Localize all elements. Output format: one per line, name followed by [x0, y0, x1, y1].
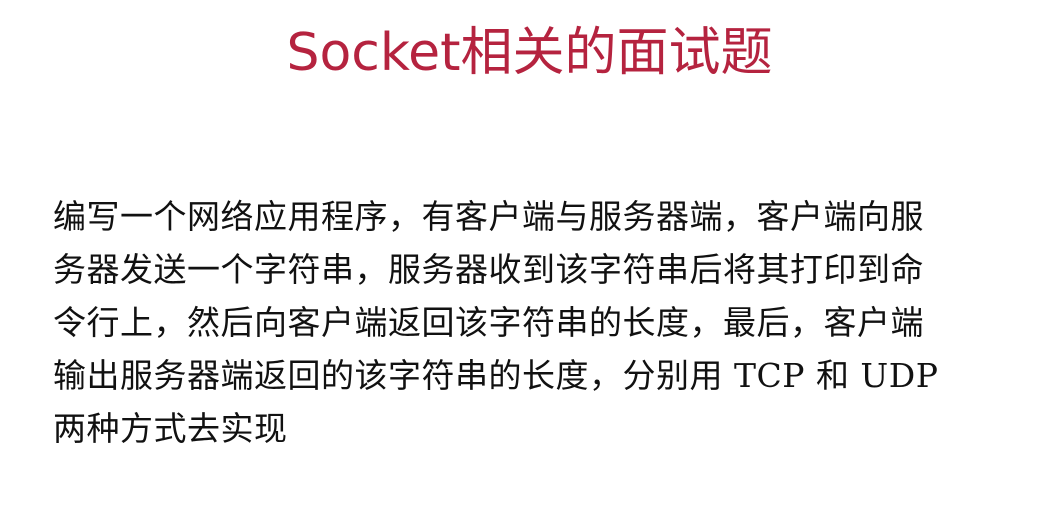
question-line-2: 务器发送一个字符串，服务器收到该字符串后将其打印到命 — [53, 250, 924, 289]
slide: Socket相关的面试题 编写一个网络应用程序，有客户端与服务器端，客户端向服 … — [0, 0, 1059, 514]
question-line-3: 令行上，然后向客户端返回该字符串的长度，最后，客户端 — [53, 303, 924, 342]
question-line-4: 输出服务器端返回的该字符串的长度，分别用 TCP 和 UDP — [53, 356, 939, 395]
question-line-1: 编写一个网络应用程序，有客户端与服务器端，客户端向服 — [53, 197, 924, 236]
question-text: 编写一个网络应用程序，有客户端与服务器端，客户端向服 务器发送一个字符串，服务器… — [53, 190, 1008, 455]
question-line-5: 两种方式去实现 — [53, 409, 288, 448]
slide-title: Socket相关的面试题 — [286, 23, 773, 83]
